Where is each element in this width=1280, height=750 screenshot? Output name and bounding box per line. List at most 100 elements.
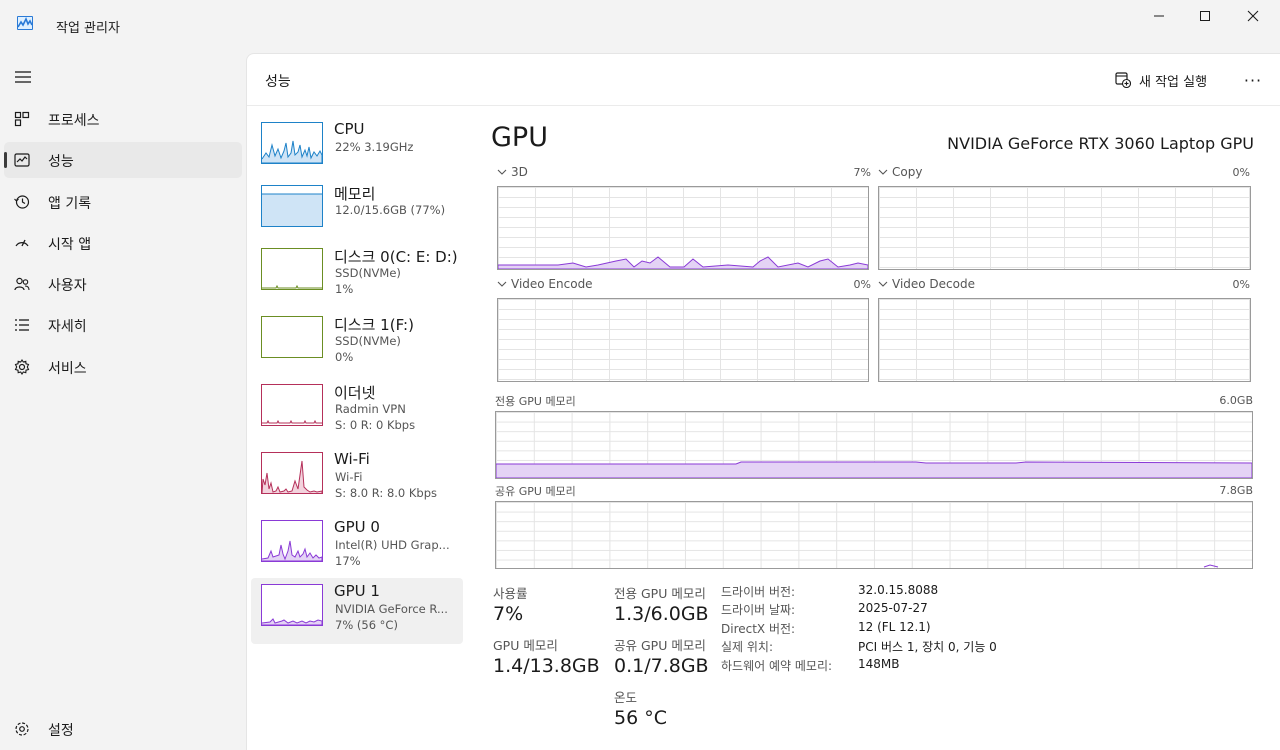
minimize-icon [1154,15,1164,17]
performance-icon [14,153,30,167]
info-key: 드라이버 날짜: [721,603,796,617]
gpu-title: GPU [491,122,548,153]
nav-label: 설정 [48,723,74,739]
device-disk-1[interactable]: 디스크 1(F:) SSD(NVMe) 0% [251,310,463,376]
usage-value: 7% [493,603,524,625]
engine-graph-copy [878,186,1251,270]
shared-memory-label: 공유 GPU 메모리 [495,485,576,498]
app-title: 작업 관리자 [56,21,120,36]
nav-item-details[interactable]: 자세히 [4,307,242,343]
device-detail: 7% (56 °C) [335,618,398,632]
details-icon [15,319,29,331]
device-name: 디스크 0(C: E: D:) [334,248,458,266]
info-key: 실제 위치: [721,640,774,654]
info-key: 하드웨어 예약 메모리: [721,659,833,673]
disk-0-thumbnail-graph [261,248,323,290]
device-name: GPU 0 [334,518,380,536]
device-disk-0[interactable]: 디스크 0(C: E: D:) SSD(NVMe) 1% [251,242,463,308]
cpu-thumbnail-graph [261,122,323,164]
device-detail: 12.0/15.6GB (77%) [335,203,446,217]
info-value: 148MB [858,657,900,671]
gpu-1-thumbnail-graph [261,584,323,626]
disk-1-thumbnail-graph [261,316,323,358]
engine-selector-copy[interactable]: Copy [878,165,922,179]
nav-item-users[interactable]: 사용자 [4,266,242,302]
dedicated-stat-label: 전용 GPU 메모리 [614,586,706,601]
shared-memory-max: 7.8GB [1219,484,1253,497]
engine-selector-video-decode[interactable]: Video Decode [878,277,975,291]
run-new-task-label: 새 작업 실행 [1139,74,1208,90]
info-value: 2025-07-27 [858,601,928,615]
engine-graph-video-encode [497,298,869,382]
gpu-memory-value: 1.4/13.8GB [493,655,600,677]
shared-memory-graph [495,501,1253,569]
device-gpu-0[interactable]: GPU 0 Intel(R) UHD Grap... 17% [251,514,463,580]
maximize-icon [1200,11,1210,21]
device-name: CPU [334,120,365,138]
device-detail: NVIDIA GeForce R... [335,602,448,616]
startup-icon [15,239,29,247]
close-button[interactable] [1230,0,1276,32]
nav-item-app-history[interactable]: 앱 기록 [4,184,242,220]
engine-label: Video Decode [892,277,975,291]
close-icon [1247,10,1259,22]
device-cpu[interactable]: CPU 22% 3.19GHz [251,116,463,182]
new-task-icon [1115,72,1131,88]
nav-label: 앱 기록 [48,196,92,212]
more-options-icon: ··· [1243,70,1263,90]
device-detail: 17% [335,554,361,568]
device-name: GPU 1 [334,582,380,600]
page-title: 성능 [265,74,291,90]
nav-label: 사용자 [48,278,87,294]
device-name: Wi-Fi [334,450,370,468]
hamburger-menu-icon[interactable] [14,68,32,86]
run-new-task-button[interactable]: 새 작업 실행 [1115,68,1207,92]
dedicated-stat-value: 1.3/6.0GB [614,603,709,625]
engine-label: Video Encode [511,277,593,291]
nav-label: 자세히 [48,319,87,335]
device-detail: 22% 3.19GHz [335,140,414,154]
device-detail: Intel(R) UHD Grap... [335,538,450,552]
minimize-button[interactable] [1136,0,1182,32]
device-detail: SSD(NVMe) [335,334,401,348]
device-detail: S: 0 R: 0 Kbps [335,418,416,432]
more-options-button[interactable]: ··· [1241,68,1265,92]
engine-graph-3d [497,186,869,270]
chevron-down-icon [497,169,507,175]
engine-selector-video-encode[interactable]: Video Encode [497,277,593,291]
device-name: 이더넷 [334,384,376,402]
gpu-model-name: NVIDIA GeForce RTX 3060 Laptop GPU [947,134,1254,153]
nav-label: 서비스 [48,361,87,377]
device-detail: S: 8.0 R: 8.0 Kbps [335,486,438,500]
nav-item-settings[interactable]: 설정 [4,711,242,747]
gpu-0-thumbnail-graph [261,520,323,562]
device-name: 메모리 [334,185,376,203]
wifi-thumbnail-graph [261,452,323,494]
shared-stat-value: 0.1/7.8GB [614,655,709,677]
device-gpu-1[interactable]: GPU 1 NVIDIA GeForce R... 7% (56 °C) [251,578,463,644]
device-wifi[interactable]: Wi-Fi Wi-Fi S: 8.0 R: 8.0 Kbps [251,446,463,512]
nav-item-startup[interactable]: 시작 앱 [4,225,242,261]
usage-label: 사용률 [493,586,528,601]
engine-graph-video-decode [878,298,1251,382]
history-icon [14,195,30,209]
nav-item-performance[interactable]: 성능 [4,142,242,178]
processes-icon [14,111,30,127]
settings-gear-icon [15,722,29,736]
device-name: 디스크 1(F:) [334,316,414,334]
ethernet-thumbnail-graph [261,384,323,426]
maximize-button[interactable] [1182,0,1228,32]
main-panel: 성능 새 작업 실행 ··· CPU 22% 3.19GHz 메모리 12.0/… [246,53,1280,750]
device-detail: 0% [335,350,354,364]
device-detail: 1% [335,282,354,296]
device-ethernet[interactable]: 이더넷 Radmin VPN S: 0 R: 0 Kbps [251,378,463,444]
engine-pct: 0% [853,278,871,291]
device-detail: Wi-Fi [335,470,363,484]
temperature-value: 56 °C [614,707,667,729]
engine-selector-3d[interactable]: 3D [497,165,528,179]
engine-label: 3D [511,165,528,179]
services-icon [14,359,30,375]
nav-item-processes[interactable]: 프로세스 [4,101,242,137]
nav-item-services[interactable]: 서비스 [4,349,242,385]
device-memory[interactable]: 메모리 12.0/15.6GB (77%) [251,179,463,245]
